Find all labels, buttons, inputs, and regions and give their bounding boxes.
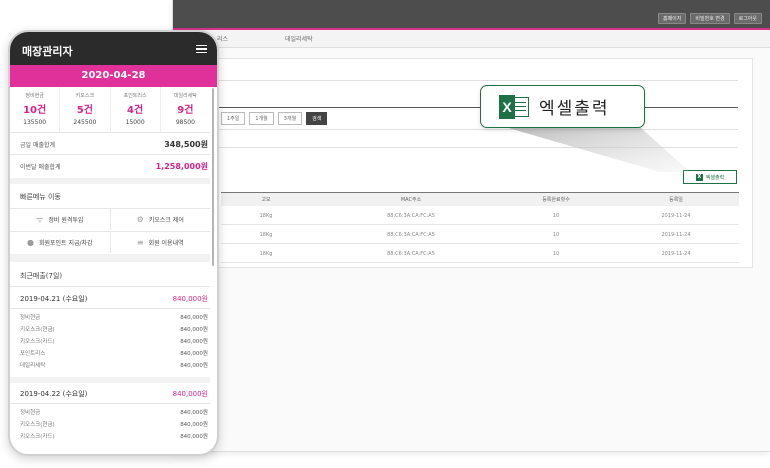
quick-menu-row: ᯤ 정비 원격투입 ⚙ 키오스크 제어 — [10, 208, 210, 230]
item-amount: 840,000원 — [180, 351, 208, 357]
day-header[interactable]: 2019-04.22 (수요일) 840,000원 — [20, 389, 208, 399]
item-name: 키오스크(현금) — [20, 422, 55, 428]
list-item: 데일리세탁 840,000원 — [20, 361, 208, 369]
kiosk-control-button[interactable]: ⚙ 키오스크 제어 — [110, 208, 210, 230]
list-item: 키오스크(카드) 840,000원 — [20, 337, 208, 345]
list-item: 키오스크(현금) 840,000원 — [20, 420, 208, 428]
list-item: 포인트리스 840,000원 — [20, 349, 208, 357]
scrollbar[interactable] — [212, 88, 214, 266]
stats-summary: 정비현금 10건 135500 키오스크 5건 245500 포인트리스 4건 … — [10, 87, 210, 132]
divider — [10, 308, 210, 309]
item-name: 키오스크(카드) — [20, 434, 55, 440]
stat-amount: 98500 — [175, 119, 195, 126]
stat-card[interactable]: 데일리세탁 9건 98500 — [161, 87, 210, 132]
quick-menu-label: 정비 원격투입 — [48, 217, 84, 224]
month-sales-row: 이번달 매출합계 1,258,000원 — [20, 158, 208, 174]
list-icon: ≡ — [136, 238, 144, 247]
list-item: 정비현금 840,000원 — [20, 313, 208, 321]
month-sales-value: 1,258,000원 — [155, 161, 208, 171]
stat-count: 5건 — [76, 105, 93, 116]
stat-amount: 15000 — [125, 119, 145, 126]
item-name: 키오스크(현금) — [20, 327, 55, 333]
stat-card[interactable]: 정비현금 10건 135500 — [10, 87, 61, 132]
quick-menu-title: 빠른메뉴 이동 — [20, 193, 61, 201]
quick-menu-label: 키오스크 제어 — [148, 217, 184, 224]
item-name: 데일리세탁 — [20, 363, 46, 369]
today-sales-value: 348,500원 — [164, 139, 208, 149]
date-bar: 2020-04-28 — [10, 65, 217, 87]
item-name: 정비현금 — [20, 410, 41, 416]
item-amount: 840,000원 — [180, 315, 208, 321]
excel-icon: X — [499, 94, 529, 119]
callout-label: 엑셀출력 — [539, 99, 610, 119]
item-amount: 840,000원 — [180, 327, 208, 333]
section-gap — [10, 254, 210, 262]
item-amount: 840,000원 — [180, 339, 208, 345]
stat-amount: 245500 — [73, 119, 97, 126]
stat-amount: 135500 — [23, 119, 47, 126]
divider — [10, 154, 210, 155]
day-header[interactable]: 2019-04.21 (수요일) 840,000원 — [20, 294, 208, 304]
hamburger-menu-icon[interactable] — [196, 45, 207, 53]
stat-label: 키오스크 — [75, 93, 95, 99]
day-date: 2019-04.21 (수요일) — [20, 295, 88, 303]
item-amount: 840,000원 — [180, 363, 208, 369]
stat-label: 정비현금 — [25, 93, 44, 99]
item-name: 정비현금 — [20, 315, 41, 321]
divider — [10, 403, 210, 404]
stat-count: 4건 — [127, 105, 144, 116]
item-amount: 840,000원 — [180, 422, 208, 428]
stat-card[interactable]: 키오스크 5건 245500 — [60, 87, 111, 132]
today-sales-row: 금일 매출합계 348,500원 — [20, 136, 208, 152]
item-name: 포인트리스 — [20, 351, 46, 357]
screenshot-stage: 홈페이지 비밀번호 변경 로그아웃 리스 데일리세탁 1주일 1개월 3개월 검… — [0, 0, 770, 468]
list-item: 키오스크(카드) 840,000원 — [20, 432, 208, 440]
quick-menu-label: 회원 이용내역 — [148, 240, 184, 247]
quick-menu-label: 회원포인트 지급/차감 — [38, 240, 93, 247]
today-sales-label: 금일 매출합계 — [20, 141, 56, 149]
list-item: 정비현금 840,000원 — [20, 408, 208, 416]
divider — [10, 132, 210, 133]
gear-icon: ⚙ — [136, 215, 144, 224]
wifi-icon: ᯤ — [36, 215, 44, 224]
page-title: 매장관리자 — [22, 45, 73, 58]
stat-label: 포인트리스 — [123, 93, 147, 99]
person-icon: ● — [26, 238, 34, 247]
recent-sales-title: 최근매출(7일) — [20, 272, 63, 280]
item-name: 키오스크(카드) — [20, 339, 55, 345]
mobile-header: 매장관리자 — [10, 32, 217, 65]
day-date: 2019-04.22 (수요일) — [20, 390, 88, 398]
month-sales-label: 이번달 매출합계 — [20, 163, 61, 171]
mobile-phone-frame: 매장관리자 2020-04-28 정비현금 10건 135500 키오스크 5건… — [8, 30, 219, 456]
section-gap — [10, 178, 210, 184]
remote-input-button[interactable]: ᯤ 정비 원격투입 — [10, 208, 111, 230]
stat-card[interactable]: 포인트리스 4건 15000 — [111, 87, 161, 132]
excel-export-callout: X 엑셀출력 — [480, 85, 645, 128]
quick-menu-row: ● 회원포인트 지급/차감 ≡ 회원 이용내역 — [10, 231, 210, 253]
stat-label: 데일리세탁 — [173, 93, 197, 99]
divider — [10, 286, 210, 287]
item-amount: 840,000원 — [180, 434, 208, 440]
member-history-button[interactable]: ≡ 회원 이용내역 — [110, 231, 210, 253]
stat-count: 10건 — [23, 105, 47, 116]
item-amount: 840,000원 — [180, 410, 208, 416]
day-total: 840,000원 — [172, 390, 208, 398]
stat-count: 9건 — [177, 105, 194, 116]
day-total: 840,000원 — [172, 295, 208, 303]
member-points-button[interactable]: ● 회원포인트 지급/차감 — [10, 231, 111, 253]
list-item: 키오스크(현금) 840,000원 — [20, 325, 208, 333]
section-gap — [10, 377, 210, 383]
